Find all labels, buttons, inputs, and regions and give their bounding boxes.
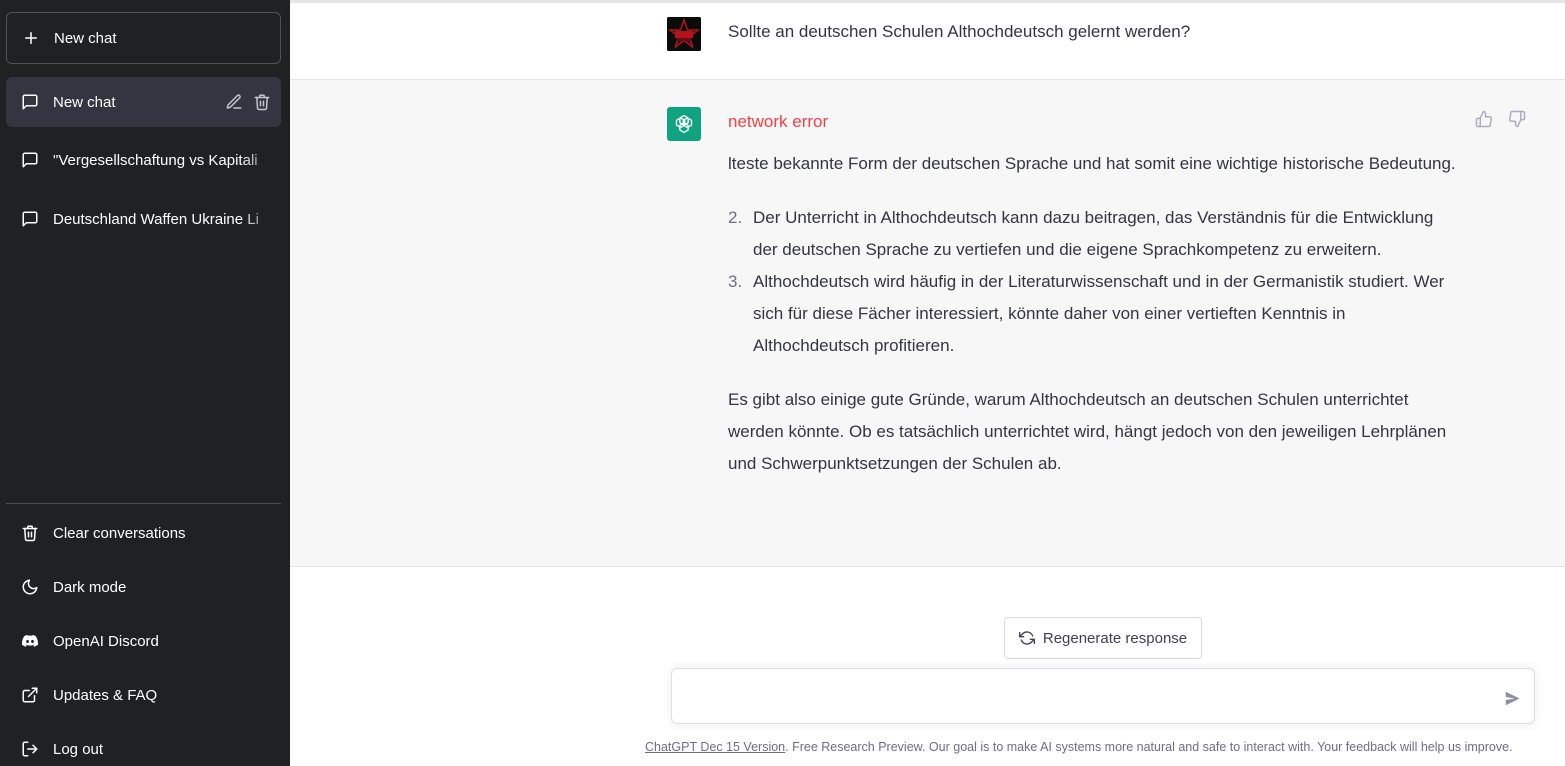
message-composer: [671, 668, 1535, 724]
dark-mode-label: Dark mode: [53, 578, 127, 596]
user-message-row: Sollte an deutschen Schulen Althochdeuts…: [290, 3, 1565, 80]
footer-disclaimer: ChatGPT Dec 15 Version. Free Research Pr…: [645, 740, 1565, 754]
sidebar: New chat New chat "Vergesellschaftung vs…: [0, 0, 290, 766]
chat-item[interactable]: "Vergesellschaftung vs Kapitali: [6, 135, 281, 185]
message-icon: [21, 151, 39, 169]
plus-icon: [22, 29, 40, 47]
new-chat-button[interactable]: New chat: [6, 12, 281, 64]
log-out-button[interactable]: Log out: [6, 727, 281, 766]
answer-outro: Es gibt also einige gute Gründe, warum A…: [728, 390, 1447, 473]
answer-list: 2. Der Unterricht in Althochdeutsch kann…: [728, 202, 1458, 362]
updates-faq-label: Updates & FAQ: [53, 686, 158, 704]
dark-mode-button[interactable]: Dark mode: [6, 565, 281, 609]
clear-conversations-label: Clear conversations: [53, 524, 186, 542]
openai-discord-link[interactable]: OpenAI Discord: [6, 619, 281, 663]
chat-item-label: "Vergesellschaftung vs Kapitali: [53, 151, 258, 169]
openai-logo-icon: [675, 114, 693, 134]
list-item-text: Althochdeutsch wird häufig in der Litera…: [753, 272, 1445, 355]
thumbs-up-icon[interactable]: [1475, 110, 1493, 128]
chat-item-label: New chat: [53, 93, 116, 111]
clear-conversations-button[interactable]: Clear conversations: [6, 511, 281, 555]
version-link[interactable]: ChatGPT Dec 15 Version: [645, 740, 785, 754]
regenerate-response-label: Regenerate response: [1042, 629, 1188, 647]
list-item-number: 2.: [728, 208, 743, 227]
trash-icon[interactable]: [253, 93, 271, 111]
edit-icon[interactable]: [225, 93, 243, 111]
star-emblem-icon: [667, 17, 701, 51]
thumbs-down-icon[interactable]: [1508, 110, 1526, 128]
message-icon: [21, 93, 39, 111]
user-avatar: [667, 17, 701, 51]
regenerate-response-button[interactable]: Regenerate response: [1004, 617, 1202, 659]
moon-icon: [21, 578, 39, 596]
list-item-text: Der Unterricht in Althochdeutsch kann da…: [753, 208, 1434, 259]
message-icon: [21, 210, 39, 228]
external-link-icon: [21, 686, 39, 704]
message-input[interactable]: [688, 685, 1488, 709]
assistant-avatar: [667, 107, 701, 141]
user-message-text: Sollte an deutschen Schulen Althochdeuts…: [728, 22, 1191, 41]
chat-item-active[interactable]: New chat: [6, 77, 281, 127]
list-item: 2. Der Unterricht in Althochdeutsch kann…: [728, 202, 1458, 266]
chat-item-label: Deutschland Waffen Ukraine Li: [53, 210, 259, 228]
chat-item[interactable]: Deutschland Waffen Ukraine Li: [6, 194, 281, 244]
answer-intro: lteste bekannte Form der deutschen Sprac…: [728, 154, 1456, 173]
assistant-answer: lteste bekannte Form der deutschen Sprac…: [728, 148, 1458, 480]
sidebar-divider: [6, 503, 281, 504]
openai-discord-label: OpenAI Discord: [53, 632, 159, 650]
list-item: 3. Althochdeutsch wird häufig in der Lit…: [728, 266, 1458, 362]
assistant-message-row: network error lteste bekannte Form der d…: [290, 80, 1565, 567]
log-out-icon: [21, 740, 39, 758]
log-out-label: Log out: [53, 740, 104, 758]
main-panel: Sollte an deutschen Schulen Althochdeuts…: [290, 0, 1565, 766]
network-error-text: network error: [728, 112, 829, 131]
discord-icon: [21, 632, 39, 650]
refresh-icon: [1018, 630, 1035, 646]
new-chat-label: New chat: [54, 29, 117, 47]
trash-icon: [21, 524, 39, 542]
footer-text: . Free Research Preview. Our goal is to …: [785, 740, 1513, 754]
list-item-number: 3.: [728, 272, 743, 291]
updates-faq-link[interactable]: Updates & FAQ: [6, 673, 281, 717]
send-icon[interactable]: [1502, 688, 1522, 708]
